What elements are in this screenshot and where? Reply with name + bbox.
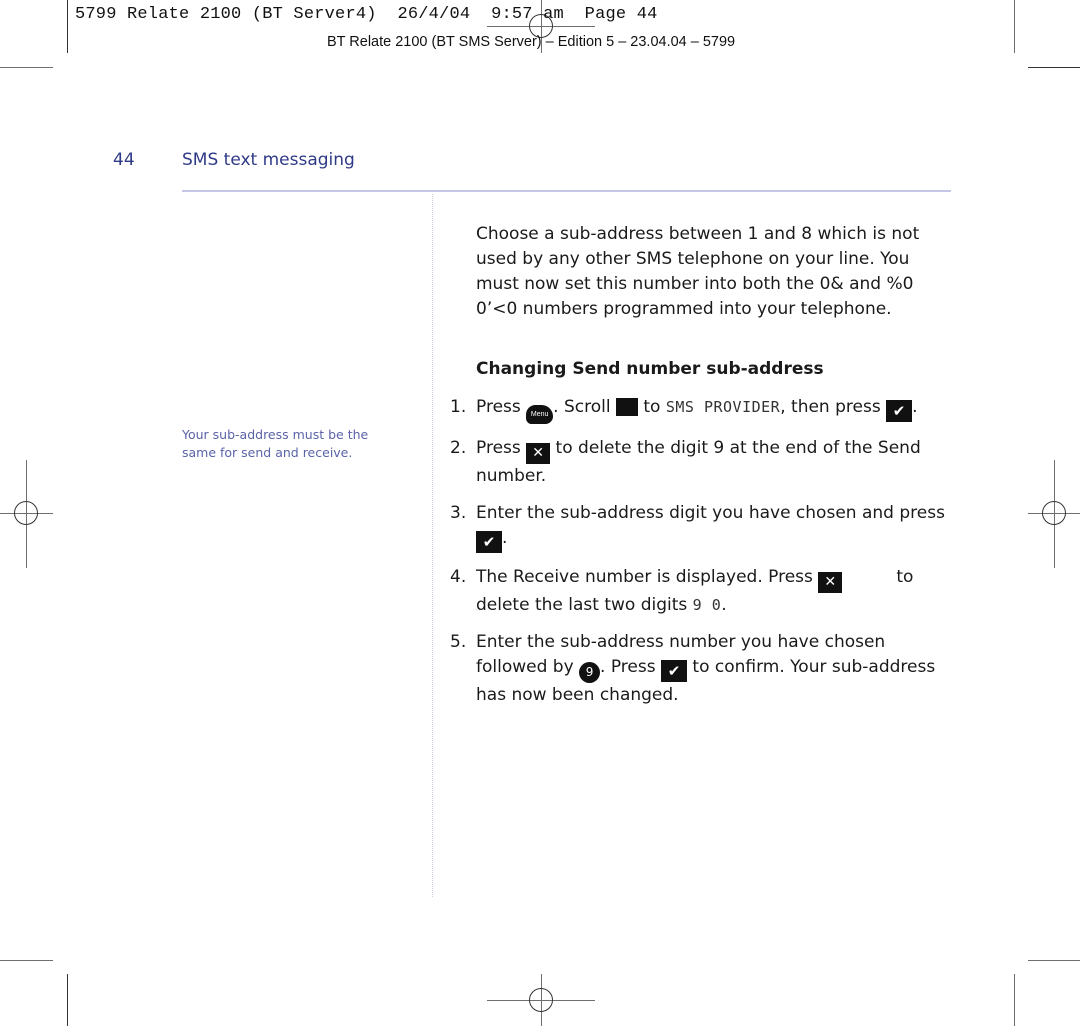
crop-mark — [1028, 960, 1080, 961]
step-3: 3. Enter the sub-address digit you have … — [448, 501, 958, 553]
header-rule — [182, 190, 951, 192]
menu-key-icon: Menu — [526, 405, 554, 424]
print-job-slug: 5799 Relate 2100 (BT Server4) 26/4/04 9:… — [75, 5, 658, 24]
registration-circle — [1042, 501, 1066, 525]
step-4: 4. The Receive number is displayed. Pres… — [448, 565, 958, 618]
step-text: . Scroll — [553, 397, 616, 417]
delete-key-icon: ✕ — [526, 443, 551, 464]
step-text: Enter the sub-address digit you have cho… — [476, 503, 945, 523]
steps-list: 1. Press Menu. Scroll to SMS PROVIDER, t… — [448, 395, 958, 720]
crop-mark — [0, 960, 53, 961]
ok-key-icon: ✔ — [886, 400, 913, 422]
registration-circle — [529, 988, 553, 1012]
step-5: 5. Enter the sub-address number you have… — [448, 630, 958, 708]
step-2: 2. Press ✕ to delete the digit 9 at the … — [448, 436, 958, 489]
intro-paragraph: Choose a sub-address between 1 and 8 whi… — [476, 224, 920, 319]
step-text: . Press — [600, 657, 661, 677]
step-number: 3. — [450, 503, 467, 523]
crop-mark — [1014, 974, 1015, 1026]
crop-mark — [67, 0, 68, 53]
crop-mark — [1014, 0, 1015, 53]
step-text: . — [721, 595, 727, 615]
registration-circle — [14, 501, 38, 525]
display-text: 9 0 — [692, 596, 722, 614]
delete-key-icon: ✕ — [818, 572, 843, 593]
step-text: The Receive number is displayed. Press — [476, 567, 819, 587]
step-text: , then press — [780, 397, 887, 417]
step-number: 2. — [450, 438, 467, 458]
key-9-icon: 9 — [579, 662, 601, 683]
step-text: . — [912, 397, 918, 417]
ok-key-icon: ✔ — [661, 660, 687, 682]
section-title: SMS text messaging — [182, 150, 355, 170]
scroll-key-icon — [615, 398, 638, 416]
edition-line: BT Relate 2100 (BT SMS Server) – Edition… — [327, 34, 736, 50]
page-number: 44 — [113, 150, 135, 170]
display-text: SMS PROVIDER — [665, 398, 781, 416]
step-number: 4. — [450, 567, 467, 587]
step-text: Press — [476, 438, 527, 458]
step-1: 1. Press Menu. Scroll to SMS PROVIDER, t… — [448, 395, 958, 424]
ok-key-icon: ✔ — [476, 531, 502, 553]
step-text: . — [502, 528, 508, 548]
crop-mark — [67, 974, 68, 1026]
column-separator — [432, 194, 433, 897]
step-text: Press — [476, 397, 527, 417]
crop-mark — [0, 67, 53, 68]
margin-note: Your sub-address must be the same for se… — [182, 427, 369, 460]
step-number: 5. — [450, 632, 467, 652]
crop-mark — [1028, 67, 1080, 68]
step-text: to — [637, 397, 666, 417]
step-number: 1. — [450, 397, 467, 417]
section-heading: Changing Send number sub-address — [476, 359, 824, 379]
